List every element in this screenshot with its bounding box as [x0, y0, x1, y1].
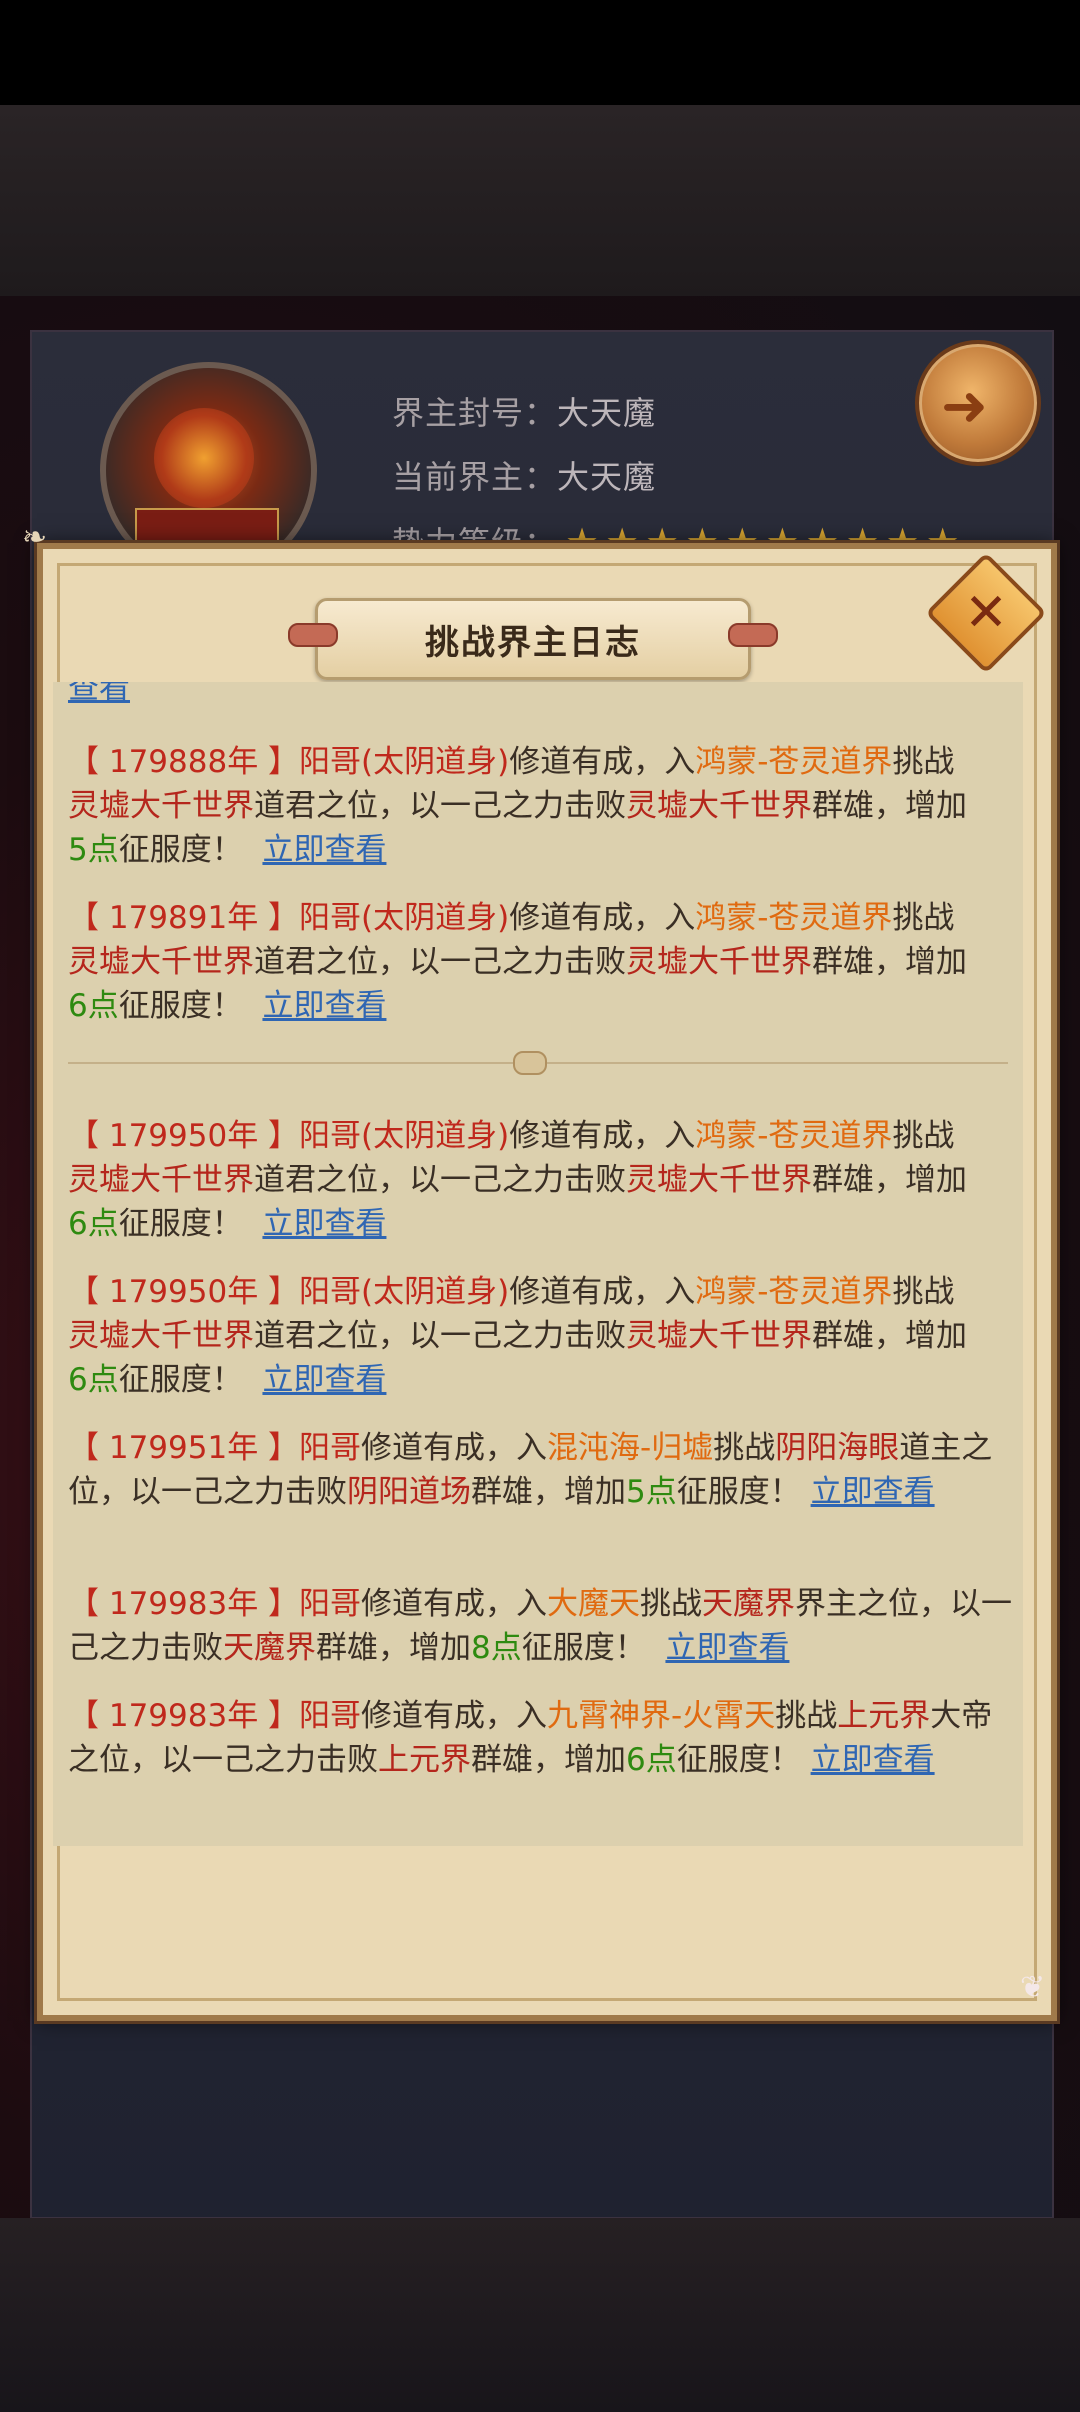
list-item: 【 179983年 】阳哥修道有成，入大魔天挑战天魔界界主之位，以一己之力击败天… — [68, 1586, 1013, 1666]
view-link[interactable]: 立即查看 — [262, 988, 386, 1024]
status-bar — [0, 0, 1080, 105]
current-lord-row: 当前界主：大天魔 — [392, 452, 656, 498]
lord-title-value: 大天魔 — [557, 394, 657, 432]
close-icon: ✕ — [964, 583, 1008, 643]
log-list[interactable]: 查看 【 179888年 】阳哥(太阴道身)修道有成，入鸿蒙-苍灵道界挑战 灵墟大… — [53, 682, 1023, 1846]
current-lord-value: 大天魔 — [557, 458, 657, 496]
lord-title-label: 界主封号： — [392, 394, 558, 432]
list-item: 【 179983年 】阳哥修道有成，入九霄神界-火霄天挑战上元界大帝之位，以一己… — [68, 1698, 993, 1778]
back-arrow-icon: ➜ — [941, 374, 988, 439]
list-item: 【 179888年 】阳哥(太阴道身)修道有成，入鸿蒙-苍灵道界挑战 灵墟大千世界… — [68, 744, 967, 868]
view-link[interactable]: 立即查看 — [665, 1630, 789, 1666]
view-link[interactable]: 立即查看 — [262, 1206, 386, 1242]
bottom-background — [0, 2218, 1080, 2412]
view-link[interactable]: 立即查看 — [262, 1362, 386, 1398]
list-item: 【 179891年 】阳哥(太阴道身)修道有成，入鸿蒙-苍灵道界挑战 灵墟大千世界… — [68, 900, 967, 1024]
corner-ornament-icon: ❧ — [22, 520, 48, 555]
modal-title-plate: 挑战界主日志 — [288, 598, 778, 680]
divider-ornament-icon — [513, 1051, 547, 1075]
list-item: 【 179950年 】阳哥(太阴道身)修道有成，入鸿蒙-苍灵道界挑战 灵墟大千世界… — [68, 1118, 967, 1242]
view-link[interactable]: 立即查看 — [811, 1474, 935, 1510]
back-button[interactable]: ➜ — [915, 340, 1041, 466]
list-item: 【 179951年 】阳哥修道有成，入混沌海-归墟挑战阴阳海眼道主之位，以一己之… — [68, 1430, 993, 1510]
emblem-banner — [135, 508, 279, 548]
modal-title: 挑战界主日志 — [425, 623, 641, 663]
top-background — [0, 105, 1080, 300]
view-link[interactable]: 立即查看 — [262, 832, 386, 868]
clipped-link[interactable]: 查看 — [68, 682, 1023, 710]
list-item: 【 179950年 】阳哥(太阴道身)修道有成，入鸿蒙-苍灵道界挑战 灵墟大千世界… — [68, 1274, 967, 1398]
lord-title-row: 界主封号：大天魔 — [392, 388, 656, 434]
current-lord-label: 当前界主： — [392, 458, 558, 496]
corner-ornament-icon: ❦ — [1020, 1970, 1046, 2005]
view-link[interactable]: 立即查看 — [811, 1742, 935, 1778]
